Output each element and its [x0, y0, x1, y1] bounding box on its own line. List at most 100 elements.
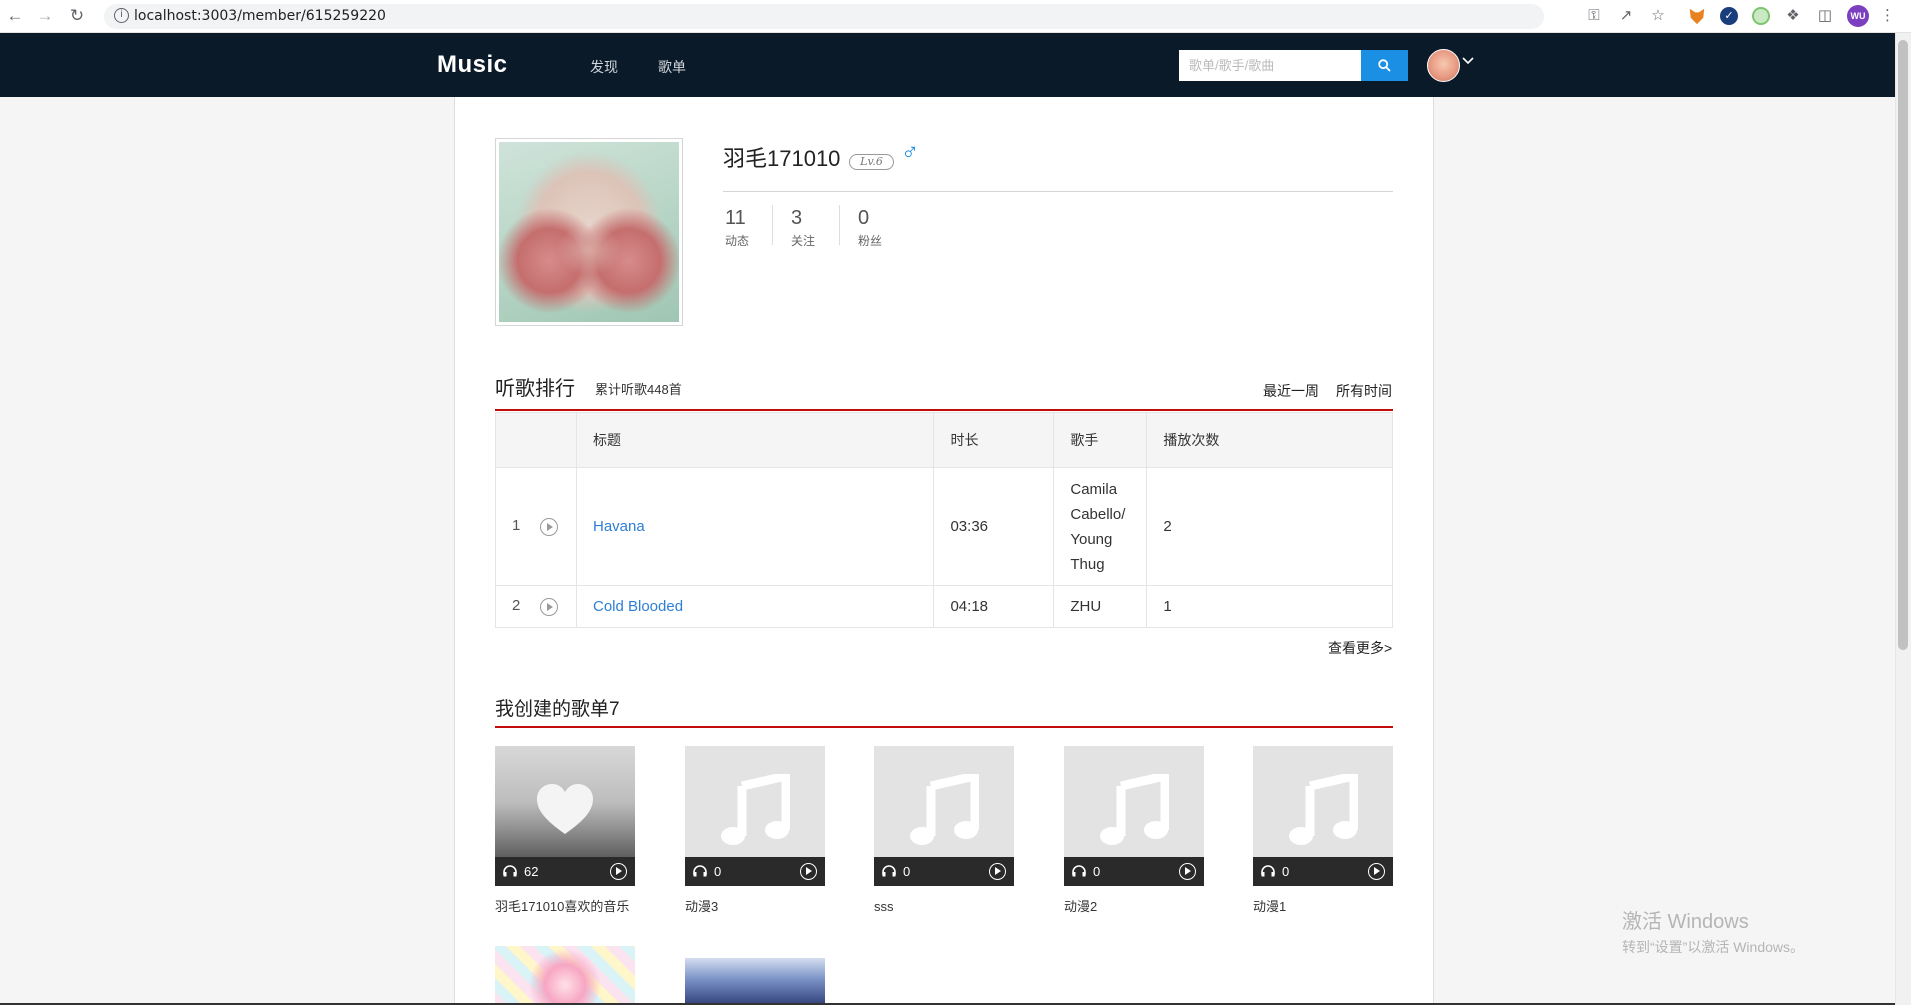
- table-header-row: 标题 时长 歌手 播放次数: [495, 412, 1393, 468]
- scrollbar-thumb[interactable]: [1898, 40, 1908, 650]
- play-circle-icon[interactable]: [800, 863, 817, 880]
- play-circle-icon[interactable]: [1368, 863, 1385, 880]
- key-icon[interactable]: ⚿: [1584, 6, 1604, 26]
- stat-fans[interactable]: 0 粉丝: [858, 207, 882, 252]
- user-avatar[interactable]: [1427, 49, 1460, 82]
- headphones-icon: [1261, 865, 1275, 877]
- headphones-icon: [503, 865, 517, 877]
- play-circle-icon[interactable]: [540, 517, 558, 536]
- play-circle-icon[interactable]: [1179, 863, 1196, 880]
- song-plays: 1: [1146, 585, 1393, 628]
- profile-divider: [723, 191, 1393, 192]
- nav-playlists[interactable]: 歌单: [658, 57, 686, 77]
- search-button[interactable]: [1361, 50, 1408, 81]
- playlist-card[interactable]: 0 动漫1: [1253, 746, 1393, 917]
- play-count: 0: [714, 864, 722, 879]
- chevron-down-icon[interactable]: [1462, 55, 1474, 67]
- search-icon: [1378, 59, 1391, 72]
- extensions-puzzle-icon[interactable]: ❖: [1783, 6, 1803, 26]
- column-artist: 歌手: [1053, 412, 1148, 468]
- music-note-icon: [721, 774, 790, 845]
- windows-activation-watermark: 激活 Windows 转到“设置”以激活 Windows。: [1622, 905, 1804, 957]
- address-bar[interactable]: i localhost:3003/member/615259220: [104, 4, 1544, 29]
- ranking-total: 累计听歌448首: [595, 382, 682, 397]
- stat-following-label: 关注: [791, 234, 816, 248]
- playlist-cover[interactable]: 62: [495, 746, 635, 886]
- play-circle-icon[interactable]: [610, 863, 627, 880]
- browser-menu-icon[interactable]: ⋮: [1880, 6, 1895, 26]
- playlist-card[interactable]: 0 动漫3: [685, 746, 825, 917]
- check-extension-icon[interactable]: ✓: [1720, 7, 1738, 25]
- playlist-cover-partial[interactable]: [685, 946, 825, 1005]
- song-plays: 2: [1146, 467, 1393, 586]
- stat-fans-count: 0: [858, 207, 870, 229]
- playlist-cover[interactable]: 0: [1253, 746, 1393, 886]
- song-title-cell: Havana: [575, 467, 935, 586]
- playlist-name[interactable]: 动漫2: [1064, 896, 1204, 917]
- play-count: 0: [1093, 864, 1101, 879]
- playlist-card[interactable]: 0 sss: [874, 746, 1014, 917]
- playlist-stats-bar: 0: [874, 857, 1014, 886]
- reload-icon[interactable]: ↻: [66, 5, 88, 27]
- search-input[interactable]: [1179, 50, 1361, 81]
- playlist-cover[interactable]: 0: [1064, 746, 1204, 886]
- playlist-stats-bar: 0: [685, 857, 825, 886]
- song-artist: Camila Cabello/ Young Thug: [1053, 467, 1148, 586]
- stat-events-label: 动态: [725, 234, 750, 248]
- row-index: 2: [512, 597, 521, 615]
- playlist-name[interactable]: 动漫1: [1253, 896, 1393, 917]
- stat-following[interactable]: 3 关注: [791, 207, 815, 252]
- playlist-cover[interactable]: 0: [874, 746, 1014, 886]
- back-icon[interactable]: ←: [4, 5, 26, 27]
- address-url[interactable]: localhost:3003/member/615259220: [134, 8, 386, 24]
- main-content: 羽毛171010 Lv.6 ♂ 11 动态 3 关注 0 粉丝 听歌排行 累计听…: [454, 97, 1434, 1005]
- stat-events-count: 11: [725, 207, 746, 229]
- song-title-link[interactable]: Havana: [593, 518, 645, 535]
- watermark-line-1: 激活 Windows: [1622, 911, 1749, 933]
- playlist-name[interactable]: 动漫3: [685, 896, 825, 917]
- row-index-cell: 2: [495, 585, 577, 628]
- green-extension-icon[interactable]: [1752, 7, 1770, 25]
- column-index: [495, 412, 577, 468]
- headphones-icon: [1072, 865, 1086, 877]
- view-more-link[interactable]: 查看更多>: [1328, 638, 1392, 658]
- browser-profile-avatar[interactable]: WU: [1847, 5, 1869, 27]
- playlist-stats-bar: 62: [495, 857, 635, 886]
- range-last-week[interactable]: 最近一周: [1263, 381, 1319, 401]
- playlist-cover-partial[interactable]: [495, 946, 635, 1005]
- ranking-title: 听歌排行: [495, 378, 575, 400]
- stat-divider: [839, 205, 840, 245]
- site-info-icon[interactable]: i: [114, 8, 129, 23]
- stat-divider: [772, 205, 773, 245]
- music-note-icon: [1289, 774, 1358, 845]
- play-circle-icon[interactable]: [989, 863, 1006, 880]
- side-panel-icon[interactable]: ◫: [1815, 6, 1835, 26]
- play-count: 62: [524, 864, 539, 879]
- playlist-card[interactable]: 0 动漫2: [1064, 746, 1204, 917]
- song-title-cell: Cold Blooded: [575, 585, 935, 628]
- bookmark-star-icon[interactable]: ☆: [1648, 6, 1668, 26]
- playlists-title: 我创建的歌单7: [495, 699, 620, 720]
- range-all-time[interactable]: 所有时间: [1336, 381, 1392, 401]
- stat-fans-label: 粉丝: [858, 234, 883, 248]
- browser-toolbar: ← → ↻ i localhost:3003/member/615259220 …: [0, 0, 1911, 33]
- column-plays: 播放次数: [1146, 412, 1393, 468]
- playlist-name[interactable]: sss: [874, 896, 1014, 917]
- share-icon[interactable]: ↗: [1616, 6, 1636, 26]
- playlist-name[interactable]: 羽毛171010喜欢的音乐: [495, 896, 635, 917]
- heart-icon: [537, 784, 593, 834]
- table-row[interactable]: 2 Cold Blooded 04:18 ZHU 1: [495, 585, 1393, 628]
- play-circle-icon[interactable]: [540, 597, 558, 616]
- forward-icon[interactable]: →: [34, 5, 56, 27]
- stat-events[interactable]: 11 动态: [725, 207, 749, 252]
- profile-avatar-image: [499, 142, 679, 322]
- song-title-link[interactable]: Cold Blooded: [593, 598, 683, 615]
- play-count: 0: [903, 864, 911, 879]
- profile-username: 羽毛171010: [723, 146, 841, 171]
- table-row[interactable]: 1 Havana 03:36 Camila Cabello/ Young Thu…: [495, 467, 1393, 586]
- metamask-extension-icon[interactable]: [1689, 8, 1705, 25]
- playlist-card[interactable]: 62 羽毛171010喜欢的音乐: [495, 746, 635, 917]
- nav-discover[interactable]: 发现: [590, 57, 618, 77]
- site-logo[interactable]: Music: [437, 51, 508, 79]
- playlist-cover[interactable]: 0: [685, 746, 825, 886]
